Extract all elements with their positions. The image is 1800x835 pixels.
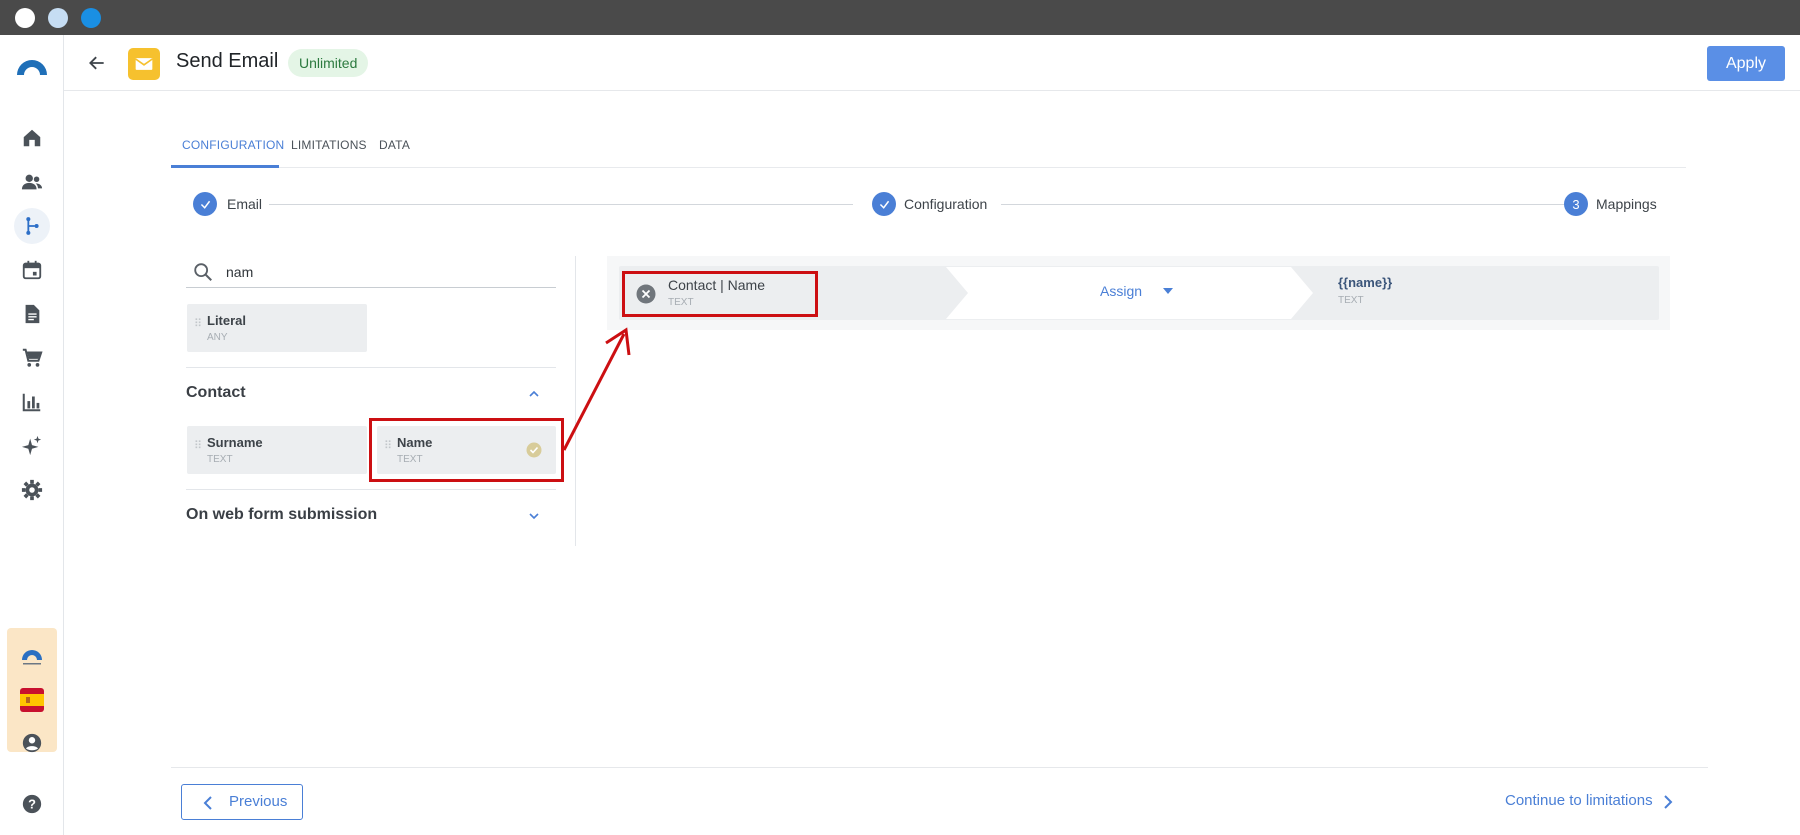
page-title: Send Email (176, 50, 279, 72)
brand-logo-icon[interactable] (14, 51, 50, 79)
progress-stepper: Email Configuration 3 Mappings (193, 192, 1657, 216)
mapped-check-icon (526, 442, 542, 458)
back-arrow-icon[interactable] (84, 50, 110, 76)
caret-down-icon[interactable] (1163, 287, 1173, 295)
tenant-logo-icon[interactable] (18, 646, 46, 668)
search-input[interactable] (226, 261, 546, 283)
tab-data[interactable]: DATA (379, 128, 410, 168)
mapping-area: Contact | Name TEXT Assign {{name}} TEXT (607, 256, 1670, 330)
search-icon (194, 263, 212, 281)
field-chip-literal[interactable]: ⠿ Literal ANY (187, 304, 367, 352)
svg-text:?: ? (28, 797, 36, 812)
mapping-source-type: TEXT (668, 297, 694, 308)
mapping-target-type: TEXT (1338, 295, 1364, 306)
step-configuration-label: Configuration (904, 196, 988, 212)
field-name: Name (397, 435, 433, 450)
field-type: TEXT (207, 454, 233, 465)
field-search (186, 256, 556, 288)
contacts-icon[interactable] (14, 164, 50, 200)
step-connector (269, 204, 853, 205)
window-titlebar (0, 0, 1800, 35)
field-type: TEXT (397, 454, 423, 465)
tab-limitations[interactable]: LIMITATIONS (291, 128, 367, 168)
status-badge: Unlimited (288, 49, 369, 77)
step-email-check-icon (193, 192, 217, 216)
window-maximize-button[interactable] (81, 8, 101, 28)
drag-handle-icon[interactable]: ⠿ (384, 441, 393, 452)
settings-icon[interactable] (14, 472, 50, 508)
document-icon[interactable] (14, 296, 50, 332)
chevron-left-icon (203, 796, 212, 810)
account-icon[interactable] (14, 725, 50, 761)
continue-link[interactable]: Continue to limitations (1505, 792, 1653, 809)
step-mappings-number: 3 (1564, 192, 1588, 216)
section-title-webform: On web form submission (186, 506, 378, 523)
previous-label: Previous (229, 793, 288, 810)
apply-button[interactable]: Apply (1707, 46, 1785, 81)
spain-flag-icon[interactable] (20, 688, 44, 712)
field-picker-panel: ⠿ Literal ANY Contact ⠿ Surname TEXT ⠿ N… (186, 256, 576, 546)
section-divider (186, 367, 556, 368)
drag-handle-icon[interactable]: ⠿ (194, 441, 203, 452)
footer-divider (171, 767, 1708, 768)
chevron-down-icon[interactable] (526, 508, 542, 524)
step-mappings-label: Mappings (1596, 196, 1657, 212)
step-email-label: Email (227, 196, 263, 212)
workflow-icon[interactable] (14, 208, 50, 244)
mapping-target-name: {{name}} (1338, 275, 1393, 290)
step-connector (1001, 204, 1575, 205)
chevron-right-icon[interactable] (1663, 795, 1673, 809)
drag-handle-icon[interactable]: ⠿ (194, 319, 203, 330)
field-type: ANY (207, 332, 228, 343)
mapping-row: Contact | Name TEXT Assign {{name}} TEXT (619, 266, 1659, 320)
tab-configuration[interactable]: CONFIGURATION (171, 128, 284, 168)
field-name: Surname (207, 435, 263, 450)
window-close-button[interactable] (15, 8, 35, 28)
chevron-up-icon[interactable] (526, 386, 542, 402)
page-header: Send Email Unlimited Apply (64, 35, 1800, 91)
chart-icon[interactable] (14, 384, 50, 420)
operation-select[interactable]: Assign (1100, 283, 1142, 299)
tab-bar: CONFIGURATION LIMITATIONS DATA (171, 128, 1686, 168)
cart-icon[interactable] (14, 340, 50, 376)
remove-mapping-icon[interactable] (636, 284, 656, 304)
field-chip-name[interactable]: ⠿ Name TEXT (377, 426, 556, 474)
email-app-icon (128, 48, 160, 80)
section-title-contact: Contact (186, 384, 246, 401)
sidebar-rail: ? (0, 35, 64, 835)
field-name: Literal (207, 313, 247, 328)
section-divider (186, 489, 556, 490)
home-icon[interactable] (14, 120, 50, 156)
window-minimize-button[interactable] (48, 8, 68, 28)
mapping-source-name: Contact | Name (668, 277, 766, 293)
help-icon[interactable]: ? (14, 786, 50, 822)
step-configuration-check-icon (872, 192, 896, 216)
calendar-icon[interactable] (14, 252, 50, 288)
sparkle-icon[interactable] (14, 428, 50, 464)
previous-button[interactable]: Previous (181, 784, 303, 820)
field-chip-surname[interactable]: ⠿ Surname TEXT (187, 426, 367, 474)
